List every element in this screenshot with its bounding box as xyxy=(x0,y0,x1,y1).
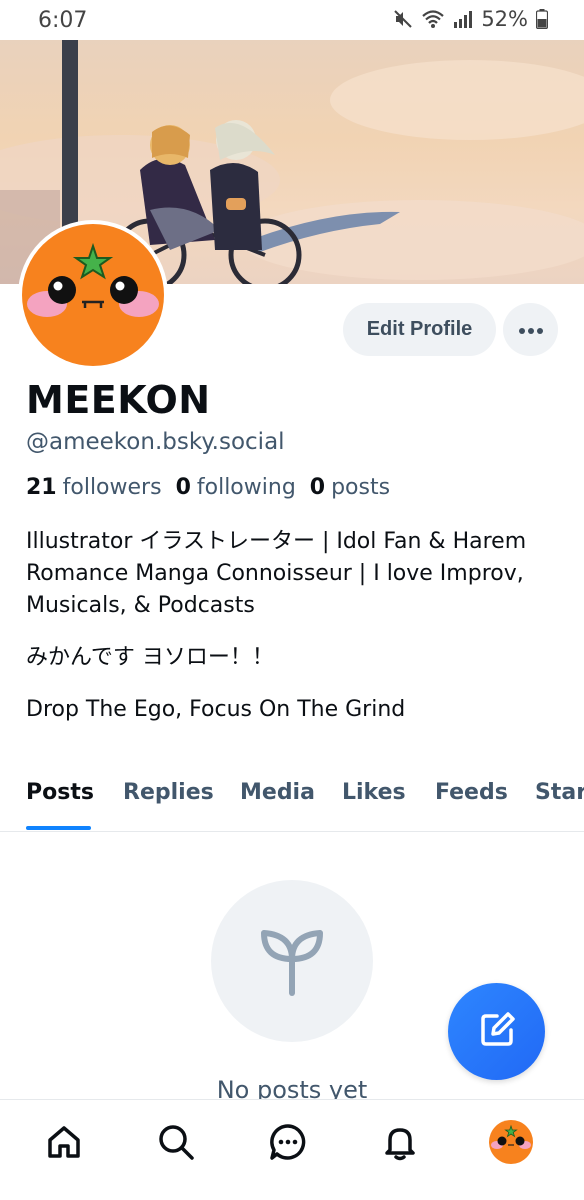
following-label: following xyxy=(196,475,296,500)
bio-line: Drop The Ego, Focus On The Grind xyxy=(26,697,406,722)
followers-label: followers xyxy=(62,475,162,500)
empty-state-icon-container xyxy=(211,880,373,1042)
followers-count: 21 xyxy=(26,475,57,500)
tab-likes[interactable]: Likes xyxy=(342,780,406,805)
posts-label: posts xyxy=(331,475,391,500)
sprout-icon xyxy=(252,919,332,1003)
compose-icon xyxy=(477,1010,517,1054)
avatar-image xyxy=(22,224,164,366)
status-bar: 6:07 52% xyxy=(0,0,584,40)
bio-line: みかんです ヨソロー！！ xyxy=(26,645,274,670)
tab-replies[interactable]: Replies xyxy=(123,780,214,805)
battery-level: 52% xyxy=(481,7,528,31)
chat-icon xyxy=(268,1122,308,1166)
followers-stat[interactable]: 21 followers xyxy=(26,475,162,500)
battery-icon xyxy=(536,9,548,29)
edit-profile-button[interactable]: Edit Profile xyxy=(343,303,496,356)
wifi-icon xyxy=(421,9,445,29)
search-icon xyxy=(156,1122,196,1166)
compose-post-button[interactable] xyxy=(448,983,545,1080)
status-time: 6:07 xyxy=(38,8,88,33)
posts-stat: 0 posts xyxy=(310,475,390,500)
profile-bio: Illustrator イラストレーター | Idol Fan & Harem … xyxy=(26,526,566,746)
nav-notifications[interactable] xyxy=(378,1122,422,1166)
profile-stats: 21 followers 0 following 0 posts xyxy=(26,475,390,500)
nav-search[interactable] xyxy=(154,1122,198,1166)
home-icon xyxy=(44,1122,84,1166)
following-stat[interactable]: 0 following xyxy=(176,475,296,500)
posts-count: 0 xyxy=(309,475,326,500)
profile-avatar-icon xyxy=(489,1120,533,1168)
nav-home[interactable] xyxy=(42,1122,86,1166)
nav-chat[interactable] xyxy=(266,1122,310,1166)
profile-avatar[interactable] xyxy=(18,220,168,370)
profile-handle: @ameekon.bsky.social xyxy=(26,429,285,455)
profile-tabs: Posts Replies Media Likes Feeds Starter … xyxy=(0,770,584,832)
bio-line: Illustrator イラストレーター | Idol Fan & Harem … xyxy=(26,529,527,618)
ellipsis-icon xyxy=(518,320,544,339)
mute-icon xyxy=(393,9,413,29)
signal-icon xyxy=(453,9,473,29)
bell-icon xyxy=(380,1122,420,1166)
display-name: MEEKON xyxy=(26,378,211,422)
tab-media[interactable]: Media xyxy=(240,780,315,805)
tab-posts[interactable]: Posts xyxy=(26,780,94,805)
following-count: 0 xyxy=(175,475,191,500)
status-icons: 52% xyxy=(393,7,548,31)
tab-feeds[interactable]: Feeds xyxy=(435,780,508,805)
more-options-button[interactable] xyxy=(503,303,558,356)
nav-profile[interactable] xyxy=(489,1120,533,1168)
bottom-navigation xyxy=(0,1099,584,1200)
active-tab-indicator xyxy=(26,826,91,830)
tab-starter-packs[interactable]: Starter Packs xyxy=(535,780,584,805)
